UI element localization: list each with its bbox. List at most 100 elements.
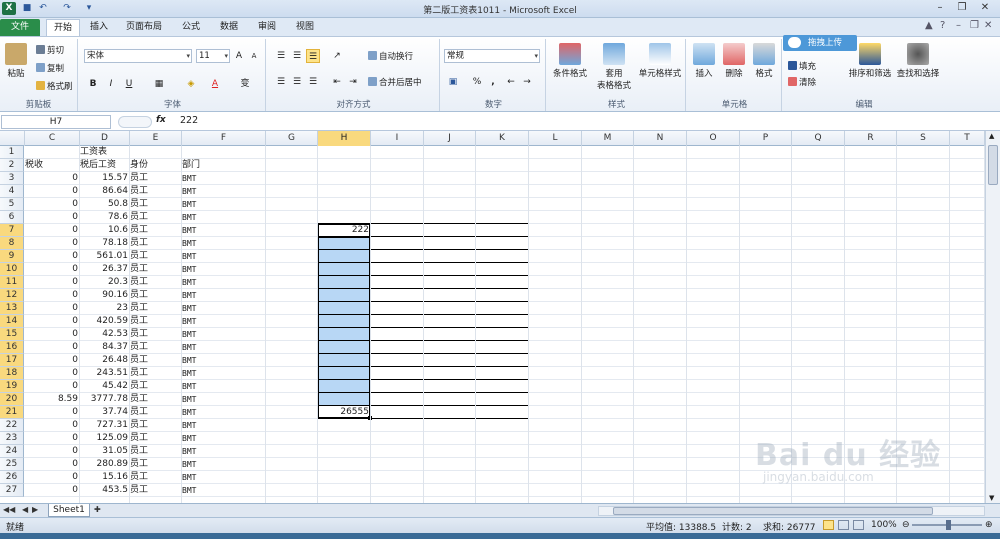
cell-D25[interactable]: 280.89: [80, 458, 130, 471]
decrease-decimal-icon[interactable]: →: [520, 75, 534, 89]
vertical-scroll-thumb[interactable]: [988, 145, 998, 185]
cell-E10[interactable]: 员工: [130, 263, 182, 276]
cell-D11[interactable]: 20.3: [80, 276, 130, 289]
cell-F17[interactable]: BMT: [182, 354, 266, 367]
row-header-6[interactable]: 6: [0, 211, 24, 224]
cell-E11[interactable]: 员工: [130, 276, 182, 289]
close-icon[interactable]: ✕: [975, 2, 995, 15]
format-cells-button[interactable]: 格式: [750, 43, 778, 79]
doc-close-icon[interactable]: ✕: [984, 20, 992, 31]
cell-C25[interactable]: 0: [25, 458, 80, 471]
cell-C12[interactable]: 0: [25, 289, 80, 302]
cell-D5[interactable]: 50.8: [80, 198, 130, 211]
column-label-D[interactable]: 税后工资: [80, 159, 130, 172]
cell-F14[interactable]: BMT: [182, 315, 266, 328]
column-header-H[interactable]: H: [318, 131, 371, 146]
column-header-K[interactable]: K: [476, 131, 529, 146]
find-select-button[interactable]: 查找和选择: [894, 43, 942, 79]
cell-C7[interactable]: 0: [25, 224, 80, 237]
align-middle-icon[interactable]: ☰: [290, 49, 304, 63]
minimize-icon[interactable]: –: [930, 2, 950, 15]
cell-F12[interactable]: BMT: [182, 289, 266, 302]
cell-D12[interactable]: 90.16: [80, 289, 130, 302]
cell-D6[interactable]: 78.6: [80, 211, 130, 224]
new-sheet-icon[interactable]: ✚: [94, 505, 101, 514]
font-size-select[interactable]: 11 ▾: [196, 49, 230, 63]
cell-D7[interactable]: 10.6: [80, 224, 130, 237]
cell-D23[interactable]: 125.09: [80, 432, 130, 445]
row-header-14[interactable]: 14: [0, 315, 24, 328]
column-header-C[interactable]: C: [25, 131, 80, 146]
row-header-8[interactable]: 8: [0, 237, 24, 250]
next-sheet-icon[interactable]: ▶: [32, 505, 38, 514]
column-header-M[interactable]: M: [582, 131, 634, 146]
drag-upload-button[interactable]: 拖拽上传: [783, 35, 857, 51]
phonetic-icon[interactable]: 变: [238, 77, 252, 91]
cell-C13[interactable]: 0: [25, 302, 80, 315]
row-header-19[interactable]: 19: [0, 380, 24, 393]
cell-D16[interactable]: 84.37: [80, 341, 130, 354]
row-header-20[interactable]: 20: [0, 393, 24, 406]
cell-H21[interactable]: 26555: [318, 406, 371, 419]
cell-F11[interactable]: BMT: [182, 276, 266, 289]
scroll-down-icon[interactable]: ▼: [989, 494, 994, 502]
tab-1[interactable]: 开始: [46, 19, 80, 36]
cell-C20[interactable]: 8.59: [25, 393, 80, 406]
cell-E20[interactable]: 员工: [130, 393, 182, 406]
column-header-F[interactable]: F: [182, 131, 266, 146]
delete-cells-button[interactable]: 删除: [720, 43, 748, 79]
cell-D21[interactable]: 37.74: [80, 406, 130, 419]
align-right-icon[interactable]: ☰: [306, 75, 320, 89]
cell-E17[interactable]: 员工: [130, 354, 182, 367]
number-format-select[interactable]: 常规 ▾: [444, 49, 540, 63]
row-header-21[interactable]: 21: [0, 406, 24, 419]
percent-button[interactable]: %: [470, 75, 484, 89]
tab-6[interactable]: 审阅: [252, 19, 282, 36]
cell-E6[interactable]: 员工: [130, 211, 182, 224]
cell-E7[interactable]: 员工: [130, 224, 182, 237]
cell-D10[interactable]: 26.37: [80, 263, 130, 276]
italic-button[interactable]: I: [104, 77, 118, 91]
column-header-P[interactable]: P: [740, 131, 792, 146]
cell-C21[interactable]: 0: [25, 406, 80, 419]
format-painter-button[interactable]: 格式刷: [36, 81, 73, 93]
column-label-C[interactable]: 税收: [25, 159, 80, 172]
row-header-5[interactable]: 5: [0, 198, 24, 211]
page-layout-view-icon[interactable]: [838, 520, 849, 530]
column-header-L[interactable]: L: [529, 131, 582, 146]
cell-C9[interactable]: 0: [25, 250, 80, 263]
shrink-font-icon[interactable]: A: [247, 49, 261, 63]
column-header-N[interactable]: N: [634, 131, 687, 146]
copy-button[interactable]: 复制: [36, 63, 64, 75]
cell-C11[interactable]: 0: [25, 276, 80, 289]
wrap-text-button[interactable]: 自动换行: [368, 51, 413, 63]
column-label-F[interactable]: 部门: [182, 159, 266, 172]
cell-F27[interactable]: BMT: [182, 484, 266, 497]
cell-C16[interactable]: 0: [25, 341, 80, 354]
tab-7[interactable]: 视图: [290, 19, 320, 36]
zoom-out-icon[interactable]: ⊖: [902, 520, 910, 530]
cell-C17[interactable]: 0: [25, 354, 80, 367]
column-header-J[interactable]: J: [424, 131, 476, 146]
tab-2[interactable]: 插入: [84, 19, 114, 36]
column-header-I[interactable]: I: [371, 131, 424, 146]
zoom-in-icon[interactable]: ⊕: [985, 520, 993, 530]
conditional-format-button[interactable]: 条件格式: [550, 43, 590, 79]
cell-C6[interactable]: 0: [25, 211, 80, 224]
cell-F4[interactable]: BMT: [182, 185, 266, 198]
column-header-Q[interactable]: Q: [792, 131, 845, 146]
prev-sheet-icon[interactable]: ◀: [22, 505, 28, 514]
orientation-icon[interactable]: ↗: [330, 49, 344, 63]
cell-D27[interactable]: 453.5: [80, 484, 130, 497]
name-box[interactable]: H7: [1, 115, 111, 129]
column-header-E[interactable]: E: [130, 131, 182, 146]
cell-E23[interactable]: 员工: [130, 432, 182, 445]
scroll-up-icon[interactable]: ▲: [989, 132, 994, 140]
zoom-slider-knob[interactable]: [946, 520, 951, 530]
row-header-7[interactable]: 7: [0, 224, 24, 237]
format-as-table-button[interactable]: 套用 表格格式: [592, 43, 636, 91]
grow-font-icon[interactable]: A: [232, 49, 246, 63]
tab-3[interactable]: 页面布局: [120, 19, 168, 36]
align-center-icon[interactable]: ☰: [290, 75, 304, 89]
cell-C8[interactable]: 0: [25, 237, 80, 250]
